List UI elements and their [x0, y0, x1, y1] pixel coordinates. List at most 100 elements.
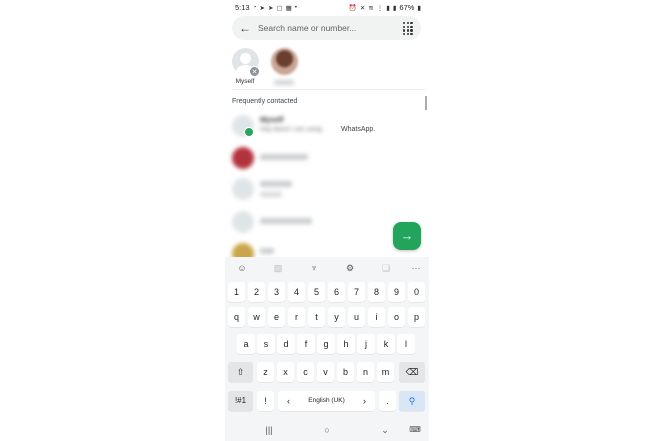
wifi-icon: ≋ — [368, 4, 374, 12]
key-3[interactable]: 3 — [268, 282, 285, 302]
shift-key[interactable]: ⇧ — [228, 362, 253, 382]
key-b[interactable]: b — [337, 362, 354, 382]
key-j[interactable]: j — [357, 334, 375, 354]
contact-name — [260, 218, 312, 224]
key-o[interactable]: o — [388, 307, 405, 327]
status-right: ⏰ ✕ ≋ ⋮ ▮ ▮ 67% ▮ — [349, 3, 421, 12]
key-r[interactable]: r — [288, 307, 305, 327]
search-input[interactable] — [258, 23, 398, 33]
contact-photo-avatar — [270, 48, 298, 75]
avatar — [232, 178, 254, 200]
status-left: 5:13 ◔ ➤ ➤ ▢ ▦ • — [235, 3, 297, 12]
dialpad-icon[interactable] — [403, 22, 413, 36]
selected-chip-myself[interactable]: ✕ Myself — [230, 48, 260, 85]
clipboard-icon[interactable]: ❏ — [379, 262, 393, 274]
shift-icon: ⇧ — [236, 367, 245, 377]
key-g[interactable]: g — [317, 334, 335, 354]
left-arrow-icon: ‹ — [287, 396, 290, 406]
key-x[interactable]: x — [277, 362, 294, 382]
key-a[interactable]: a — [237, 334, 255, 354]
key-p[interactable]: p — [408, 307, 425, 327]
divider — [232, 89, 425, 90]
key-u[interactable]: u — [348, 307, 365, 327]
whatsapp-status-icon: ◔ — [252, 4, 257, 11]
alarm-icon: ⏰ — [348, 4, 357, 12]
selected-contacts: ✕ Myself — [225, 46, 429, 88]
key-4[interactable]: 4 — [288, 282, 305, 302]
key-k[interactable]: k — [377, 334, 395, 354]
key-w[interactable]: w — [248, 307, 265, 327]
contact-status — [260, 192, 282, 197]
mute-icon: ✕ — [359, 4, 366, 12]
scrollbar[interactable] — [425, 96, 427, 110]
key-n[interactable]: n — [357, 362, 374, 382]
key-1[interactable]: 1 — [228, 282, 245, 302]
search-bar: ← — [232, 16, 421, 40]
key-6[interactable]: 6 — [328, 282, 345, 302]
key-8[interactable]: 8 — [368, 282, 385, 302]
key-5[interactable]: 5 — [308, 282, 325, 302]
dot-icon: • — [294, 4, 298, 11]
backspace-icon: ⌫ — [405, 367, 419, 377]
recent-apps-icon[interactable]: ||| — [259, 425, 279, 435]
key-c[interactable]: c — [297, 362, 314, 382]
contact-name — [260, 154, 308, 160]
instagram-icon: ▢ — [276, 4, 283, 12]
key-z[interactable]: z — [257, 362, 274, 382]
contact-name — [260, 248, 274, 254]
exclamation-key[interactable]: ! — [257, 391, 274, 411]
key-t[interactable]: t — [308, 307, 325, 327]
close-icon[interactable]: ✕ — [249, 66, 260, 77]
search-key[interactable]: ⚲ — [399, 391, 425, 411]
key-2[interactable]: 2 — [248, 282, 265, 302]
keyboard-hide-icon[interactable]: ⌨ — [405, 425, 425, 434]
key-e[interactable]: e — [268, 307, 285, 327]
mic-icon[interactable]: ♆ — [307, 262, 321, 274]
key-7[interactable]: 7 — [348, 282, 365, 302]
battery-percent: 67% — [399, 3, 415, 12]
key-y[interactable]: y — [328, 307, 345, 327]
key-s[interactable]: s — [257, 334, 275, 354]
right-arrow-icon: › — [363, 396, 366, 406]
key-i[interactable]: i — [368, 307, 385, 327]
contact-status-suffix: WhatsApp. — [341, 126, 376, 133]
back-icon[interactable]: ⌄ — [375, 425, 395, 436]
signal-icon: ▮ — [392, 4, 397, 12]
more-icon[interactable]: ··· — [409, 262, 423, 274]
back-arrow-icon[interactable]: ← — [235, 21, 255, 35]
selected-chip-label — [274, 80, 294, 85]
space-label: English (UK) — [308, 397, 345, 404]
key-0[interactable]: 0 — [408, 282, 425, 302]
status-time: 5:13 — [235, 3, 250, 12]
key-l[interactable]: l — [397, 334, 415, 354]
space-key[interactable]: ‹ English (UK) › — [278, 391, 375, 411]
key-h[interactable]: h — [337, 334, 355, 354]
key-d[interactable]: d — [277, 334, 295, 354]
period-key[interactable]: . — [379, 391, 396, 411]
list-item[interactable]: Myself Hey there! I am using WhatsApp. — [225, 112, 429, 142]
list-item[interactable] — [225, 175, 429, 205]
list-item[interactable] — [225, 144, 429, 174]
calendar-icon: ▦ — [285, 4, 292, 12]
navigation-bar: ||| ○ ⌄ ⌨ — [225, 421, 429, 441]
check-badge-icon — [244, 127, 254, 137]
home-icon[interactable]: ○ — [317, 425, 337, 435]
selected-chip-contact[interactable] — [269, 48, 299, 85]
contact-name — [260, 181, 292, 187]
key-f[interactable]: f — [297, 334, 315, 354]
emoji-icon[interactable]: ☺ — [235, 262, 249, 274]
volte-icon: ⋮ — [376, 4, 384, 12]
next-button[interactable]: → — [393, 222, 421, 250]
phone-screen: 5:13 ◔ ➤ ➤ ▢ ▦ • ⏰ ✕ ≋ ⋮ ▮ ▮ 67% ▮ ← Sea… — [225, 0, 429, 441]
telegram-icon: ➤ — [268, 4, 274, 12]
settings-icon[interactable]: ⚙ — [343, 262, 357, 274]
symbols-key[interactable]: !#1 — [228, 391, 253, 411]
contact-name: Myself — [260, 115, 284, 124]
section-title: Frequently contacted — [232, 98, 298, 105]
key-9[interactable]: 9 — [388, 282, 405, 302]
key-v[interactable]: v — [317, 362, 334, 382]
backspace-key[interactable]: ⌫ — [399, 362, 425, 382]
key-m[interactable]: m — [377, 362, 394, 382]
sticker-icon[interactable]: ▧ — [271, 262, 285, 274]
key-q[interactable]: q — [228, 307, 245, 327]
